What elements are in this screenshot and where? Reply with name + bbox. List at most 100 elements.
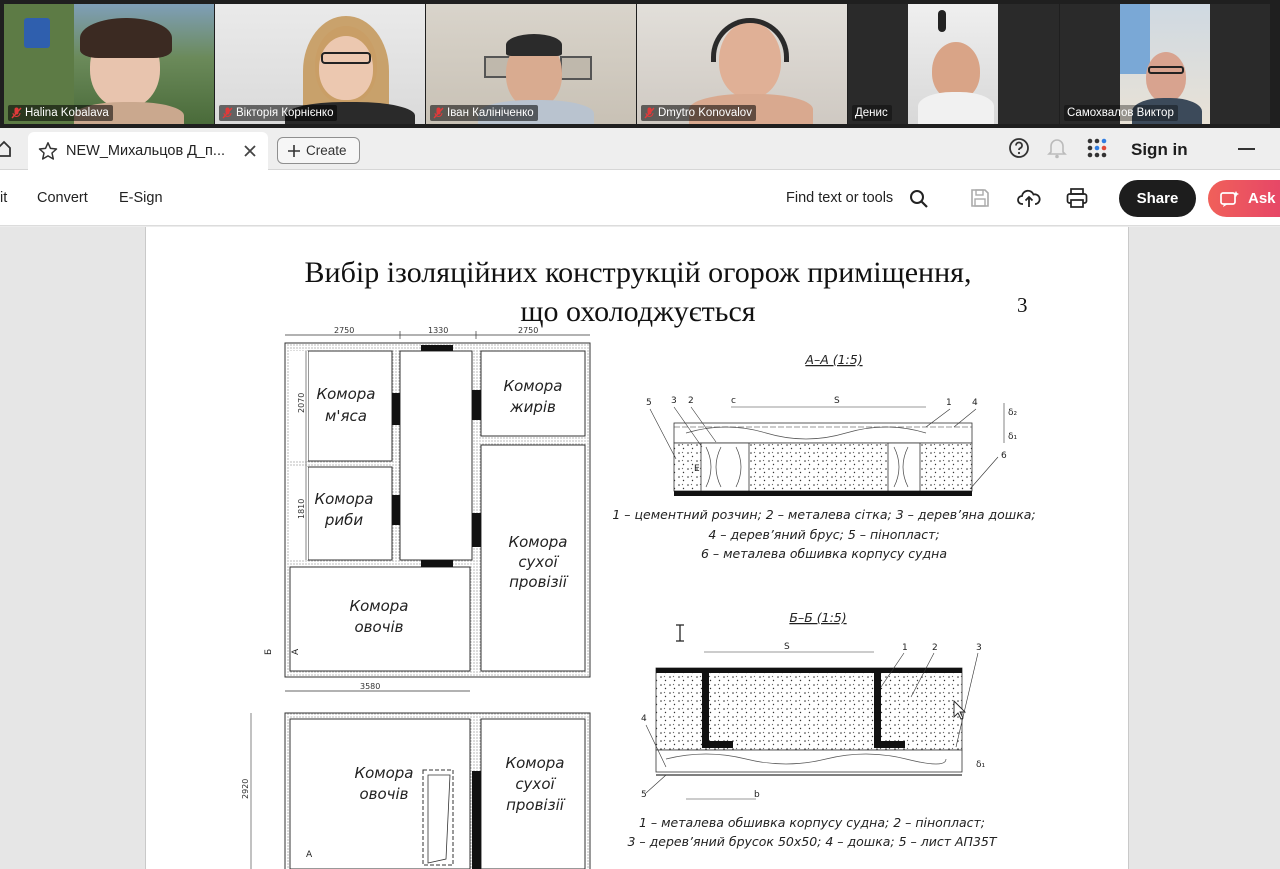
room-veg-l2: овочів <box>354 618 403 636</box>
glasses-icon <box>321 52 371 64</box>
room-fish-l1: Комора <box>314 490 373 508</box>
convert-tool[interactable]: Convert <box>37 190 88 206</box>
document-tab[interactable]: NEW_Михальцов Д_п... <box>28 132 268 170</box>
home-icon[interactable] <box>0 140 12 158</box>
share-button[interactable]: Share <box>1119 180 1196 217</box>
participant-name-tag: Іван Калініченко <box>430 105 538 121</box>
aa-legend-1: 1 – цементний розчин; 2 – металева сітка… <box>612 507 1035 522</box>
sign-in-link[interactable]: Sign in <box>1131 140 1188 160</box>
notifications-bell-icon[interactable] <box>1047 137 1067 159</box>
room-dry2-l3: провізії <box>506 796 566 814</box>
print-icon[interactable] <box>1066 187 1088 209</box>
mic-muted-icon <box>222 107 233 119</box>
bb-label-2: 2 <box>932 643 938 653</box>
tab-title: NEW_Михальцов Д_п... <box>66 143 225 159</box>
aa-legend-3: 6 – металева обшивка корпусу судна <box>701 546 947 561</box>
room-dry2-l2: сухої <box>515 775 556 793</box>
room-dry2-l1: Комора <box>505 754 564 772</box>
section-bb: Б–Б (1:5) S b δ₁ 1 2 3 4 5 1 – металева … <box>628 610 998 849</box>
participant-tile-2[interactable]: Вікторія Корнієнко <box>215 4 425 124</box>
room-veg2-l2: овочів <box>359 785 408 803</box>
participant-name-tag: Dmytro Konovalov <box>641 105 756 121</box>
participant-tile-4[interactable]: Dmytro Konovalov <box>637 4 847 124</box>
participant-name: Dmytro Konovalov <box>658 107 752 119</box>
bb-label-5: 5 <box>641 790 647 800</box>
video-strip: Halina Kobalava Вікторія Корнієнко Іван … <box>0 0 1280 128</box>
section-aa: А–А (1:5) S c δ₂ δ₁ 5 3 2 1 4 6 E 1 – це… <box>612 352 1035 561</box>
participant-name: Самохвалов Виктор <box>1067 107 1174 119</box>
ask-ai-button[interactable]: Ask <box>1208 180 1280 217</box>
cloud-upload-icon[interactable] <box>1017 187 1041 209</box>
mic-muted-icon <box>433 107 444 119</box>
text-cursor-icon <box>676 624 684 642</box>
section-aa-title: А–А (1:5) <box>804 352 862 367</box>
dim-left-1: 2070 <box>297 393 306 413</box>
ai-assistant-icon <box>1220 190 1239 207</box>
participant-name-tag: Самохвалов Виктор <box>1064 105 1178 121</box>
room-meat-l2: м'яса <box>325 407 367 425</box>
section-mark-b: Б <box>264 649 274 655</box>
mic-muted-icon <box>644 107 655 119</box>
help-icon[interactable] <box>1008 137 1030 159</box>
room-meat-l1: Комора <box>316 385 375 403</box>
plus-icon <box>288 144 300 157</box>
section-mark-a-lower: А <box>306 850 313 860</box>
room-dry-l2: сухої <box>518 553 559 571</box>
aa-label-e: E <box>694 464 700 474</box>
save-icon[interactable] <box>970 188 990 208</box>
bb-legend-1: 1 – металева обшивка корпусу судна; 2 – … <box>639 815 985 830</box>
participant-tile-5[interactable]: Денис <box>848 4 1059 124</box>
participant-name: Іван Калініченко <box>447 107 534 119</box>
dim-bottom: 3580 <box>360 682 380 691</box>
bb-label-s: S <box>784 642 790 652</box>
create-button[interactable]: Create <box>277 137 360 164</box>
aa-label-1: 1 <box>946 398 952 408</box>
aa-label-3: 3 <box>671 396 677 406</box>
bb-label-d: δ₁ <box>976 760 986 770</box>
find-tools-label[interactable]: Find text or tools <box>786 190 893 206</box>
mic-muted-icon <box>11 107 22 119</box>
aa-label-d2: δ₂ <box>1008 408 1018 418</box>
dim-left-3: 2920 <box>241 779 250 799</box>
room-fats-l1: Комора <box>503 377 562 395</box>
aa-label-2: 2 <box>688 396 694 406</box>
bb-label-b: b <box>754 790 760 800</box>
room-fats-l2: жирів <box>509 398 556 416</box>
acrobat-tabbar: NEW_Михальцов Д_п... Create Sign in <box>0 128 1280 170</box>
aa-label-6: 6 <box>1001 451 1007 461</box>
create-label: Create <box>306 143 347 158</box>
esign-tool[interactable]: E-Sign <box>119 190 163 206</box>
dim-top-left: 2750 <box>334 326 354 335</box>
participant-name: Halina Kobalava <box>25 107 109 119</box>
room-dry-l1: Комора <box>508 533 567 551</box>
university-logo-icon <box>24 18 50 48</box>
floor-plan-upper: 2750 1330 2750 2070 1810 3580 Б А Комора… <box>264 326 591 692</box>
apps-grid-icon[interactable] <box>1086 137 1108 159</box>
participant-name: Денис <box>855 107 888 119</box>
participant-name-tag: Вікторія Корнієнко <box>219 105 338 121</box>
participant-name-tag: Денис <box>852 105 892 121</box>
participant-tile-1[interactable]: Halina Kobalava <box>4 4 214 124</box>
technical-drawing: 2750 1330 2750 2070 1810 3580 Б А Комора… <box>241 326 1036 869</box>
aa-label-c: c <box>731 396 736 406</box>
section-bb-title: Б–Б (1:5) <box>789 610 846 625</box>
aa-label-5: 5 <box>646 398 652 408</box>
dim-left-2: 1810 <box>297 499 306 519</box>
participant-name: Вікторія Корнієнко <box>236 107 334 119</box>
bb-legend-2: 3 – дерев’яний брусок 50х50; 4 – дошка; … <box>628 834 998 849</box>
room-dry-l3: провізії <box>509 573 569 591</box>
aa-label-s: S <box>834 396 840 406</box>
star-icon[interactable] <box>38 141 58 161</box>
dim-top-mid: 1330 <box>428 326 448 335</box>
close-tab-icon[interactable] <box>244 145 256 157</box>
aa-label-4: 4 <box>972 398 978 408</box>
participant-tile-6[interactable]: Самохвалов Виктор <box>1060 4 1270 124</box>
document-viewport[interactable]: Вибір ізоляційних конструкцій огорож при… <box>0 227 1280 869</box>
minimize-icon[interactable] <box>1238 148 1255 150</box>
search-icon[interactable] <box>909 189 929 209</box>
participant-tile-3[interactable]: Іван Калініченко <box>426 4 636 124</box>
bb-label-1: 1 <box>902 643 908 653</box>
bb-label-3: 3 <box>976 643 982 653</box>
screen: { "meeting": { "participants": [ {"name"… <box>0 0 1280 869</box>
edit-tool[interactable]: it <box>0 190 7 206</box>
